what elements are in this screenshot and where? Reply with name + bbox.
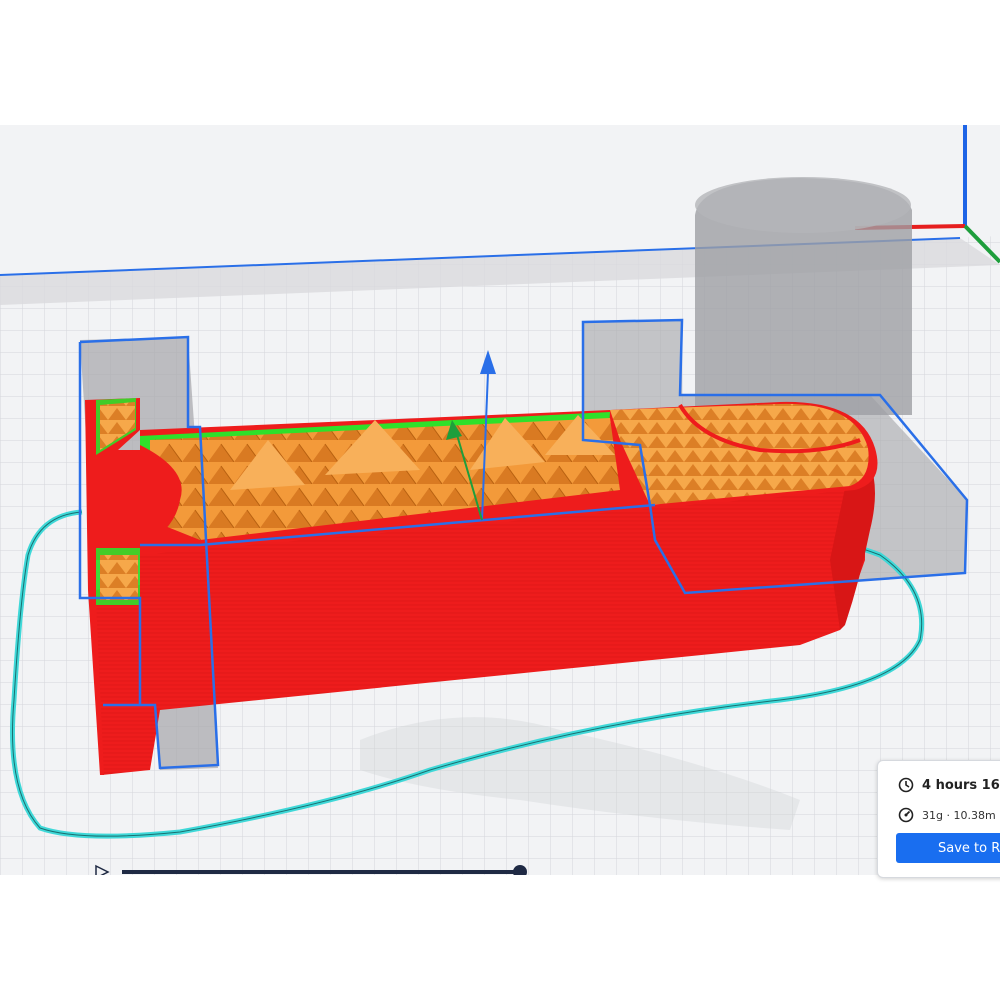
- layer-view-scene[interactable]: [0, 125, 1000, 875]
- print-time-estimate: 4 hours 16 m: [922, 777, 1000, 793]
- material-usage-row: 31g · 10.38m: [898, 807, 996, 823]
- 3d-viewport[interactable]: [0, 125, 1000, 875]
- gauge-icon: [898, 807, 914, 823]
- clock-icon: [898, 777, 914, 793]
- material-usage: 31g · 10.38m: [922, 808, 996, 822]
- print-time-row: 4 hours 16 m: [898, 777, 1000, 793]
- save-to-removable-button[interactable]: Save to Re: [896, 833, 1000, 863]
- print-info-panel: 4 hours 16 m 31g · 10.38m Save to Re: [877, 760, 1000, 878]
